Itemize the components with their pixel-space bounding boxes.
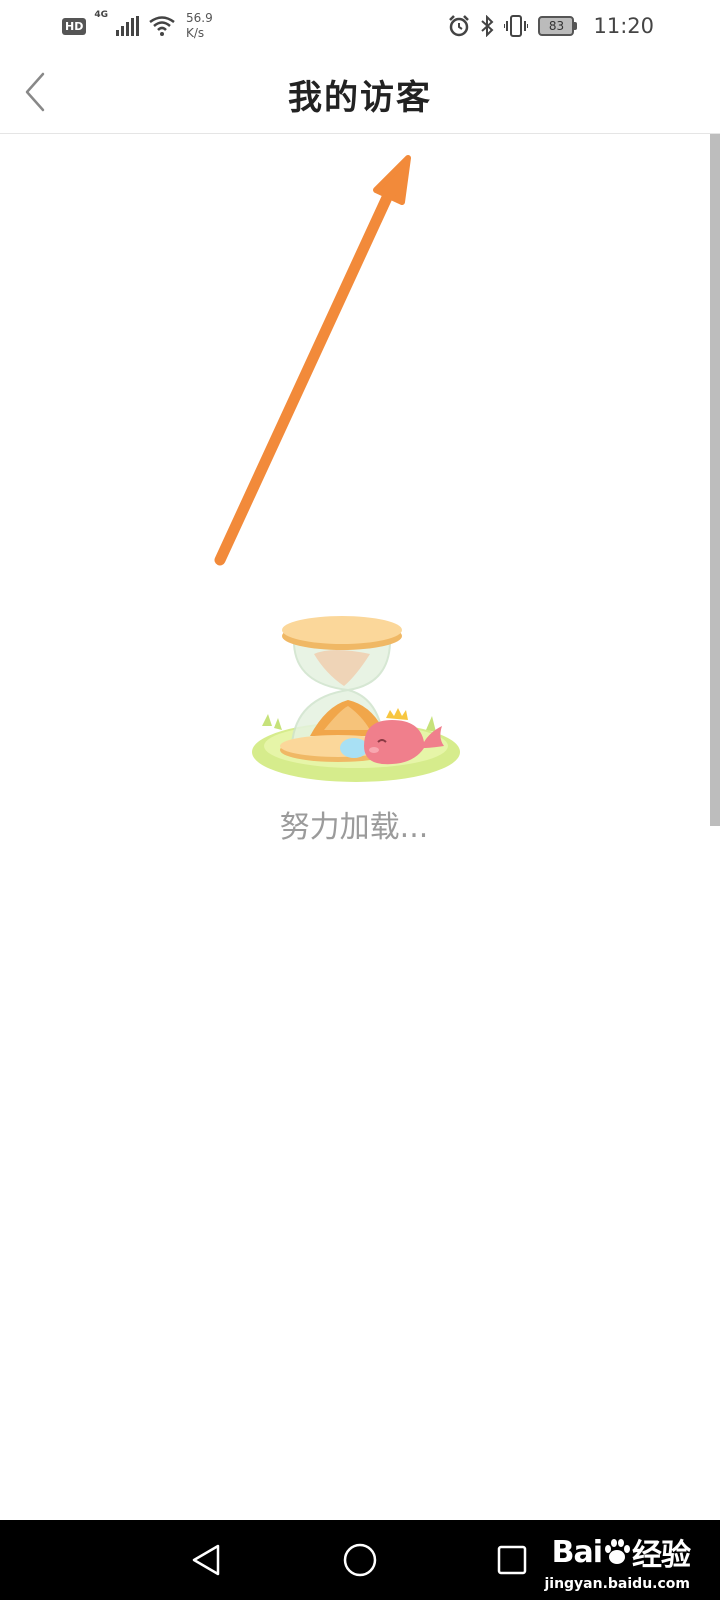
wifi-icon bbox=[149, 16, 175, 36]
clock: 11:20 bbox=[593, 14, 654, 38]
hd-badge: HD bbox=[62, 17, 87, 35]
circle-home-icon bbox=[343, 1543, 377, 1577]
status-bar: HD 4G 56.9 K/s 83 11:20 bbox=[0, 0, 720, 52]
app-header: 我的访客 bbox=[0, 52, 720, 134]
battery-indicator: 83 bbox=[538, 16, 578, 36]
battery-level: 83 bbox=[538, 16, 575, 36]
network-speed: 56.9 K/s bbox=[186, 11, 213, 41]
nav-recents-button[interactable] bbox=[492, 1540, 532, 1580]
navigation-bar: Bai 经验 jingyan.baidu.com bbox=[0, 1520, 720, 1600]
triangle-back-icon bbox=[192, 1544, 220, 1576]
hourglass-whale-illustration-icon bbox=[252, 616, 460, 782]
bluetooth-icon bbox=[481, 15, 494, 37]
square-recents-icon bbox=[497, 1545, 527, 1575]
paw-icon bbox=[605, 1539, 630, 1564]
scrollbar-thumb[interactable] bbox=[710, 134, 720, 826]
alarm-icon bbox=[449, 15, 470, 37]
vibrate-icon bbox=[504, 15, 529, 37]
status-right: 83 11:20 bbox=[448, 8, 654, 44]
page-title: 我的访客 bbox=[288, 78, 432, 118]
baidu-jingyan-watermark: Bai 经验 jingyan.baidu.com bbox=[544, 1530, 691, 1593]
nav-home-button[interactable] bbox=[340, 1540, 380, 1580]
battery-tip bbox=[574, 22, 578, 30]
speed-value: 56.9 bbox=[186, 11, 213, 25]
nav-back-button[interactable] bbox=[186, 1540, 226, 1580]
status-left: HD 4G 56.9 K/s bbox=[62, 8, 213, 44]
watermark-logo-prefix: Bai bbox=[551, 1534, 603, 1570]
annotation-arrow-icon bbox=[214, 155, 411, 566]
watermark-url: jingyan.baidu.com bbox=[544, 1576, 690, 1592]
loading-text: 努力加载... bbox=[279, 810, 429, 845]
speed-unit: K/s bbox=[186, 26, 205, 40]
watermark-logo: Bai 经验 bbox=[551, 1530, 691, 1574]
watermark-logo-suffix: 经验 bbox=[632, 1538, 691, 1573]
content-area: 努力加载... bbox=[0, 134, 720, 1520]
signal-icon bbox=[116, 16, 139, 36]
network-type: 4G bbox=[94, 10, 108, 20]
